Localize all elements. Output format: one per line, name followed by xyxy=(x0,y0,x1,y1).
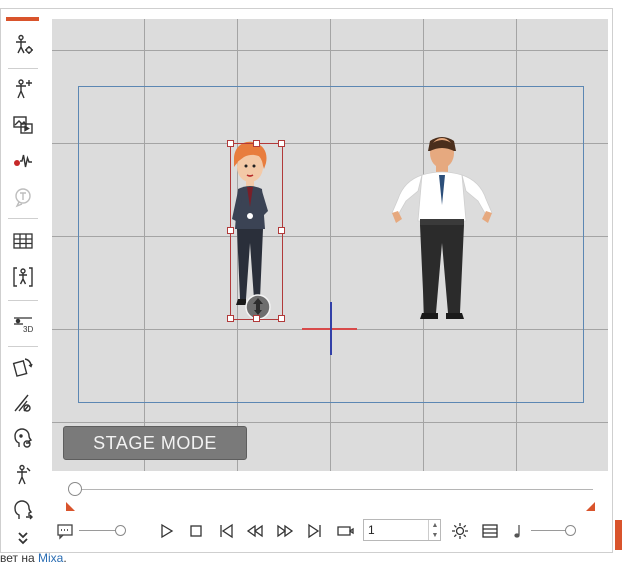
toolbar-separator xyxy=(8,346,38,347)
rotate-flip-icon[interactable] xyxy=(10,354,36,380)
volume-slider-knob[interactable] xyxy=(565,525,576,536)
selection-handle[interactable] xyxy=(278,227,285,234)
timeline-start-marker[interactable] xyxy=(66,502,75,511)
selection-handle[interactable] xyxy=(253,140,260,147)
selection-handle[interactable] xyxy=(227,227,234,234)
go-to-start-icon[interactable] xyxy=(216,521,236,541)
actor-frame-icon[interactable] xyxy=(10,264,36,290)
sun-light-icon[interactable] xyxy=(450,521,470,541)
frame-decrease-icon[interactable]: ▼ xyxy=(428,530,441,540)
loop-icon[interactable] xyxy=(335,521,355,541)
svg-text:3D: 3D xyxy=(23,325,33,334)
music-note-icon[interactable] xyxy=(508,521,528,541)
3d-layer-icon[interactable]: 3D xyxy=(10,310,36,336)
motion-brush-icon[interactable] xyxy=(10,390,36,416)
media-scene-icon[interactable] xyxy=(10,112,36,138)
toolbar-separator xyxy=(8,300,38,301)
timeline-track[interactable] xyxy=(75,489,593,490)
right-accent-bar xyxy=(615,520,622,550)
audio-record-icon[interactable] xyxy=(10,148,36,174)
selection-box[interactable] xyxy=(230,143,283,320)
next-frame-icon[interactable] xyxy=(275,521,295,541)
selection-handle[interactable] xyxy=(227,315,234,322)
left-toolbar: 3D xyxy=(0,24,46,554)
go-to-end-icon[interactable] xyxy=(305,521,325,541)
actor-settings-icon[interactable] xyxy=(10,32,36,58)
text-balloon-icon[interactable] xyxy=(10,184,36,210)
toolbar-separator xyxy=(8,68,38,69)
selection-handle[interactable] xyxy=(227,140,234,147)
head-turn-icon[interactable] xyxy=(10,498,36,524)
selection-handle[interactable] xyxy=(253,315,260,322)
grid-layout-icon[interactable] xyxy=(10,228,36,254)
male-character[interactable] xyxy=(372,131,512,326)
stage-mode-button[interactable]: STAGE MODE xyxy=(63,426,247,460)
zoom-slider-knob[interactable] xyxy=(115,525,126,536)
play-icon[interactable] xyxy=(156,521,176,541)
timeline-panel-icon[interactable] xyxy=(480,521,500,541)
body-puppet-icon[interactable] xyxy=(10,462,36,488)
selection-handle[interactable] xyxy=(278,315,285,322)
stop-icon[interactable] xyxy=(186,521,206,541)
selection-handle[interactable] xyxy=(278,140,285,147)
timeline-end-marker[interactable] xyxy=(586,502,595,511)
actor-sparkle-icon[interactable] xyxy=(10,76,36,102)
face-puppet-icon[interactable] xyxy=(10,426,36,452)
stage-center-crosshair-v xyxy=(330,302,332,355)
subtitle-icon[interactable] xyxy=(55,521,75,541)
toolbar-separator xyxy=(8,218,38,219)
zoom-slider-track[interactable] xyxy=(79,530,119,531)
stage-canvas[interactable]: STAGE MODE xyxy=(52,19,608,471)
previous-frame-icon[interactable] xyxy=(245,521,265,541)
frame-increase-icon[interactable]: ▲ xyxy=(428,520,441,530)
toolbar-accent-bar xyxy=(6,17,39,21)
timeline-playhead[interactable] xyxy=(68,482,82,496)
more-chevron-icon[interactable] xyxy=(10,530,36,548)
